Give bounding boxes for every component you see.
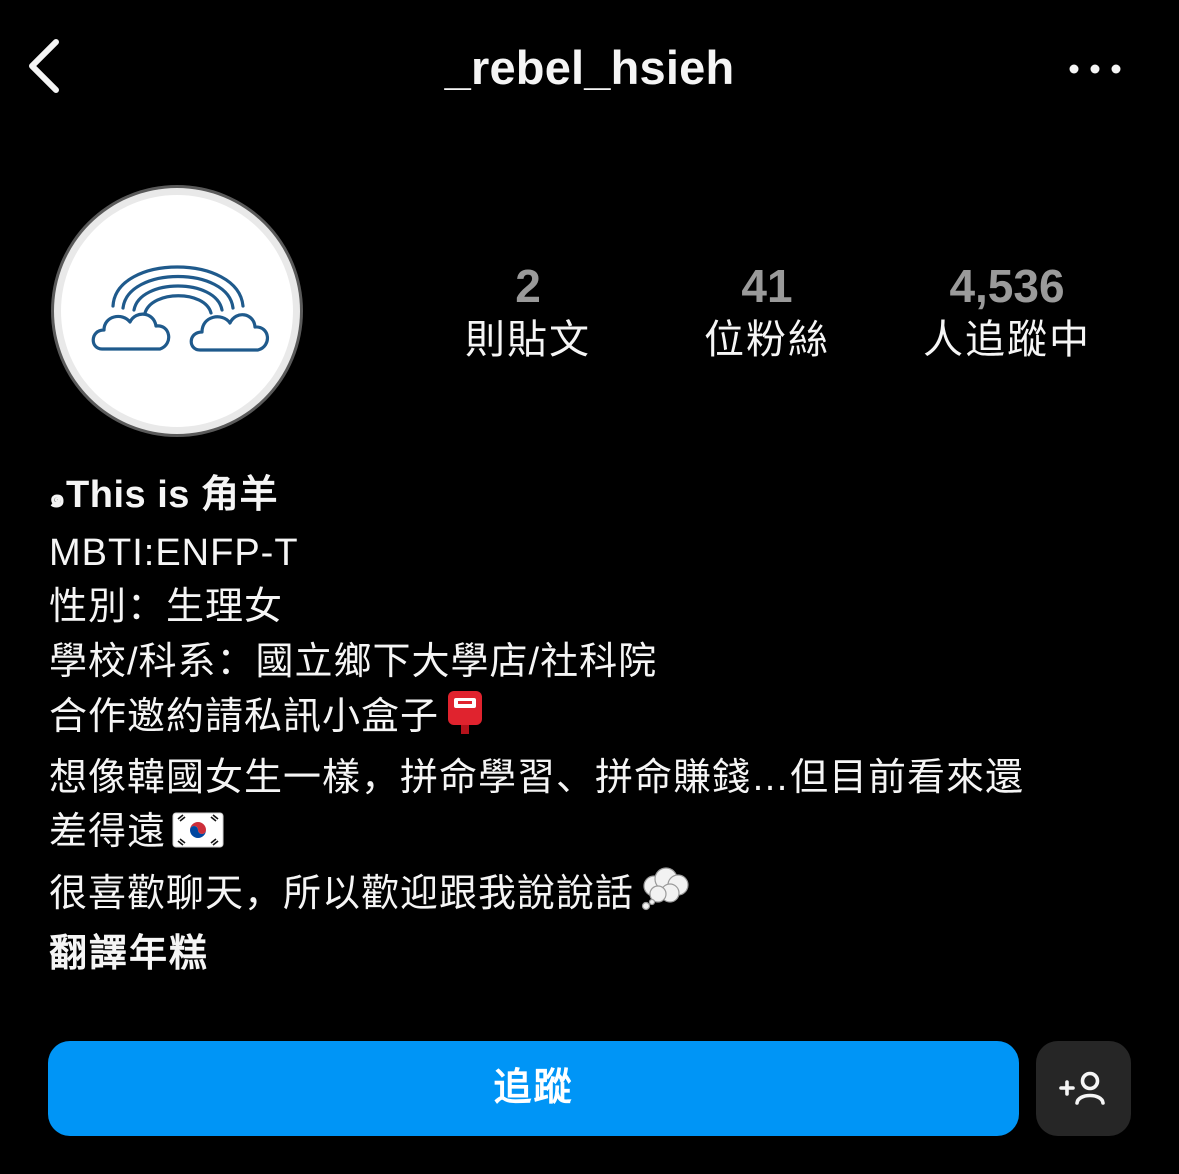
- stat-posts[interactable]: 2 則貼文: [408, 258, 648, 366]
- bio-line-gender: 性別：生理女: [49, 586, 284, 628]
- bio-line-dream: 想像韓國女生一樣，拼命學習、拼命賺錢…但目前看來還: [49, 756, 1025, 799]
- stat-followers[interactable]: 41 位粉絲: [647, 258, 887, 366]
- profile-bio: ๑This is 角羊 MBTI:ENFP-T 性別：生理女 學校/科系：國立鄉…: [49, 468, 1149, 982]
- name-prefix: ๑: [49, 483, 67, 513]
- followers-count: 41: [741, 260, 793, 312]
- suggested-users-button[interactable]: [1036, 1041, 1131, 1136]
- bio-line-far: 差得遠: [49, 805, 1149, 866]
- add-person-icon: [1059, 1071, 1105, 1105]
- postbox-icon: [445, 689, 485, 751]
- top-bar: _rebel_hsieh: [0, 0, 1179, 140]
- south-korea-flag-icon: [172, 810, 224, 866]
- bio-line-chat: 很喜歡聊天，所以歡迎跟我說說話: [49, 866, 1149, 928]
- contact-text: 合作邀約請私訊小盒子: [49, 696, 440, 738]
- thought-balloon-icon: [640, 866, 692, 928]
- bio-line-school: 學校/科系：國立鄉下大學店/社科院: [49, 640, 658, 683]
- following-label: 人追蹤中: [923, 318, 1091, 362]
- more-options-button[interactable]: [1066, 58, 1126, 80]
- bio-link[interactable]: 翻譯年糕: [49, 927, 1149, 982]
- bio-line-mbti: MBTI:ENFP-T: [49, 531, 299, 574]
- chat-text: 很喜歡聊天，所以歡迎跟我說說話: [49, 872, 635, 915]
- posts-count: 2: [515, 260, 541, 312]
- followers-label: 位粉絲: [704, 318, 830, 362]
- name-text: This is 角羊: [66, 474, 278, 516]
- far-text: 差得遠: [49, 811, 167, 853]
- profile-username: _rebel_hsieh: [444, 41, 735, 94]
- follow-button[interactable]: 追蹤: [48, 1041, 1019, 1136]
- posts-label: 則貼文: [465, 318, 591, 362]
- following-count: 4,536: [949, 260, 1065, 312]
- more-horizontal-icon: [1069, 64, 1121, 74]
- profile-stats: 2 則貼文 41 位粉絲 4,536 人追蹤中: [0, 258, 1179, 378]
- bio-line-contact: 合作邀約請私訊小盒子: [49, 689, 1149, 751]
- display-name: ๑This is 角羊: [49, 468, 1149, 526]
- stat-following[interactable]: 4,536 人追蹤中: [887, 258, 1127, 366]
